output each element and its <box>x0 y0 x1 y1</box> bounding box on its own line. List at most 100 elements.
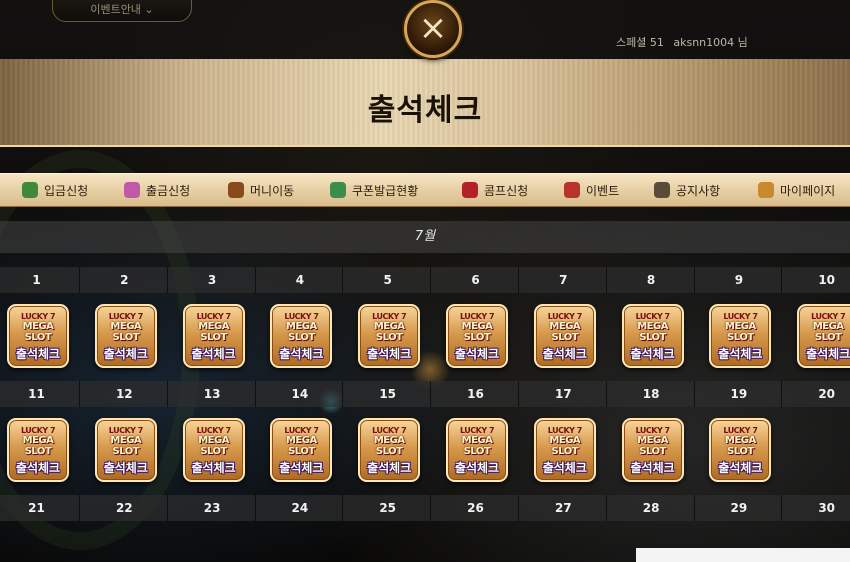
title-banner: 출석체크 <box>0 59 850 147</box>
stamp-label: 출석체크 <box>806 347 850 361</box>
attendance-stamp: LUCKY 7 MEGA SLOT 출석체크 <box>94 418 157 482</box>
day-row: 11 12 13 14 15 16 17 18 19 20 <box>0 381 850 407</box>
flower-icon <box>330 182 346 198</box>
attendance-stamp: LUCKY 7 MEGA SLOT 출석체크 <box>533 418 596 482</box>
menu-item-label: 콤프신청 <box>484 184 529 198</box>
stamp-label: 출석체크 <box>103 347 148 361</box>
attendance-stamp: LUCKY 7 MEGA SLOT 출석체크 <box>446 418 508 482</box>
stamp-badge: LUCKY 7 <box>723 426 758 435</box>
corner-panel <box>636 548 850 562</box>
stamp-brand: MEGA SLOT <box>373 435 405 457</box>
attendance-stamp: LUCKY 7 MEGA SLOT 출석체크 <box>7 418 69 482</box>
close-icon: × <box>418 8 448 48</box>
stamp-brand: MEGA SLOT <box>286 435 317 457</box>
day-number: 14 <box>257 381 344 407</box>
day-number: 1 <box>0 267 80 293</box>
event-info-label: 이벤트안내 <box>90 3 141 16</box>
book-icon <box>654 182 670 198</box>
day-number: 21 <box>0 495 80 521</box>
user-level: 스페셜 51 <box>616 36 664 49</box>
day-number: 15 <box>345 381 432 407</box>
user-id: aksnn1004 <box>673 36 735 49</box>
stamp-label: 출석체크 <box>630 461 675 475</box>
stamp-brand: MEGA SLOT <box>198 435 229 457</box>
stamp-badge: LUCKY 7 <box>108 312 144 321</box>
day-number: 12 <box>82 381 168 407</box>
menu-item[interactable]: 입금신청 <box>22 174 88 208</box>
user-suffix: 님 <box>737 36 748 49</box>
day-number: 9 <box>696 267 783 293</box>
menu-item-label: 쿠폰발급현황 <box>352 184 419 198</box>
day-number: 6 <box>433 267 519 293</box>
day-number: 23 <box>170 495 256 521</box>
day-number: 2 <box>82 267 168 293</box>
menu-item[interactable]: 출금신청 <box>124 174 190 208</box>
day-number: 27 <box>521 495 607 521</box>
day-number: 29 <box>696 495 783 521</box>
stamp-label: 출석체크 <box>542 347 587 361</box>
menu-item[interactable]: 공지사항 <box>654 174 720 208</box>
menu-item-label: 머니이동 <box>250 184 295 198</box>
menu-item[interactable]: 마이페이지 <box>758 174 835 208</box>
attendance-stamp: LUCKY 7 MEGA SLOT 출석체크 <box>621 304 684 368</box>
stamp-badge: LUCKY 7 <box>20 312 56 321</box>
day-row: 1 2 3 4 5 6 7 8 9 10 <box>0 267 850 293</box>
attendance-stamp: LUCKY 7 MEGA SLOT 출석체크 <box>797 304 850 368</box>
stamp-brand: MEGA SLOT <box>373 321 405 343</box>
day-number: 10 <box>784 267 850 293</box>
close-button[interactable]: × <box>404 0 462 58</box>
attendance-stamp: LUCKY 7 MEGA SLOT 출석체크 <box>94 304 157 368</box>
star-icon <box>564 182 580 198</box>
attendance-stamp: LUCKY 7 MEGA SLOT 출석체크 <box>182 304 245 368</box>
month-label: 7월 <box>414 229 436 244</box>
crown-icon <box>758 182 774 198</box>
day-number: 18 <box>609 381 695 407</box>
stamp-brand: MEGA SLOT <box>22 435 54 457</box>
day-number: 22 <box>82 495 168 521</box>
cherry-icon <box>462 182 478 198</box>
day-number: 5 <box>345 267 432 293</box>
month-header: 7월 <box>0 221 850 253</box>
stamp-brand: MEGA SLOT <box>812 321 844 343</box>
event-info-button[interactable]: 이벤트안내 ⌄ <box>52 0 192 22</box>
stamp-brand: MEGA SLOT <box>110 435 142 457</box>
chest-icon <box>228 182 244 198</box>
day-number: 28 <box>609 495 695 521</box>
stamp-brand: MEGA SLOT <box>286 321 317 343</box>
menu-bar: 입금신청 출금신청 머니이동 쿠폰발급현황 콤프신청 이벤트 공지사항 마이페이지 <box>0 173 850 207</box>
stamp-label: 출석체크 <box>367 347 412 361</box>
stamp-badge: LUCKY 7 <box>20 426 56 435</box>
stamp-brand: MEGA SLOT <box>637 435 668 457</box>
coin-icon <box>124 182 140 198</box>
stamp-label: 출석체크 <box>15 347 61 361</box>
stamp-badge: LUCKY 7 <box>108 426 144 435</box>
day-number: 4 <box>257 267 344 293</box>
stamp-badge: LUCKY 7 <box>547 426 583 435</box>
stamp-label: 출석체크 <box>367 461 412 475</box>
attendance-stamp: LUCKY 7 MEGA SLOT 출석체크 <box>270 304 333 368</box>
menu-item[interactable]: 머니이동 <box>228 174 294 208</box>
stamp-label: 출석체크 <box>15 461 61 475</box>
menu-item[interactable]: 이벤트 <box>564 174 619 208</box>
stamp-brand: MEGA SLOT <box>549 321 581 343</box>
stamp-badge: LUCKY 7 <box>372 426 407 435</box>
menu-item[interactable]: 쿠폰발급현황 <box>330 174 418 208</box>
stamp-label: 출석체크 <box>542 461 587 475</box>
stamp-badge: LUCKY 7 <box>635 426 671 435</box>
stamp-badge: LUCKY 7 <box>372 312 407 321</box>
stamp-label: 출석체크 <box>279 347 324 361</box>
menu-item-label: 이벤트 <box>586 184 620 198</box>
attendance-stamp: LUCKY 7 MEGA SLOT 출석체크 <box>709 418 772 482</box>
stamp-badge: LUCKY 7 <box>459 312 495 321</box>
money-bag-icon <box>22 182 38 198</box>
attendance-stamp: LUCKY 7 MEGA SLOT 출석체크 <box>270 418 333 482</box>
stamp-brand: MEGA SLOT <box>198 321 229 343</box>
stamp-label: 출석체크 <box>718 347 763 361</box>
stamp-brand: MEGA SLOT <box>22 321 54 343</box>
stamp-label: 출석체크 <box>718 461 763 475</box>
user-info: 스페셜 51 aksnn1004 님 <box>616 34 748 50</box>
menu-item-label: 공지사항 <box>676 184 721 198</box>
stamp-label: 출석체크 <box>454 347 500 361</box>
menu-item[interactable]: 콤프신청 <box>462 174 528 208</box>
day-number: 13 <box>170 381 256 407</box>
